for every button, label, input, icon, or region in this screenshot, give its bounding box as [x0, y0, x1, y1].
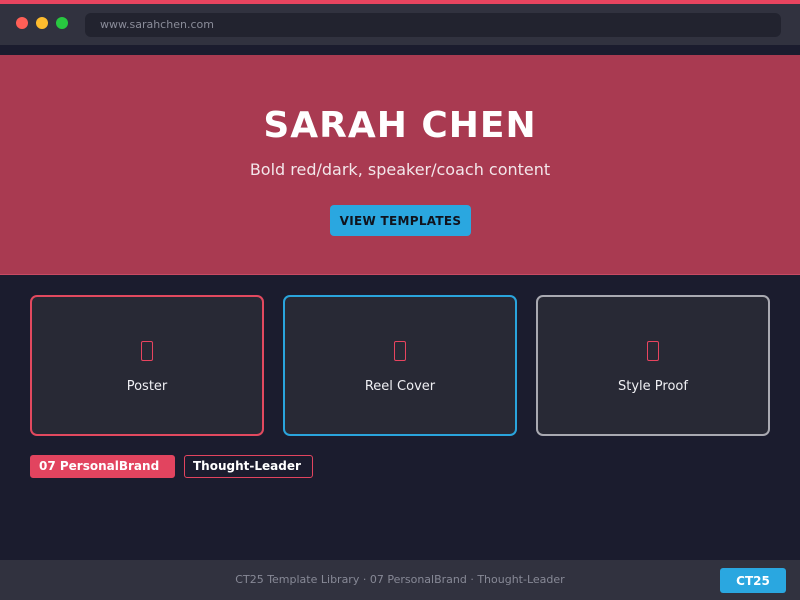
hero-title: SARAH CHEN	[263, 105, 537, 146]
minimize-window-button[interactable]	[36, 17, 48, 29]
view-templates-button[interactable]: VIEW TEMPLATES	[330, 205, 471, 236]
close-window-button[interactable]	[16, 17, 28, 29]
footer-badge: CT25	[720, 568, 786, 593]
tag-personal-brand[interactable]: 07 PersonalBrand	[30, 455, 175, 478]
card-label: Style Proof	[618, 379, 688, 394]
template-card-poster[interactable]: Poster	[30, 295, 264, 436]
card-label: Reel Cover	[364, 379, 436, 394]
hero-banner: SARAH CHEN Bold red/dark, speaker/coach …	[0, 55, 800, 275]
template-card-style-proof[interactable]: Style Proof	[536, 295, 770, 436]
template-card-reel-cover[interactable]: Reel Cover	[283, 295, 517, 436]
missing-glyph-icon	[285, 341, 515, 366]
browser-chrome: www.sarahchen.com	[0, 4, 800, 45]
footer-text: CT25 Template Library · 07 PersonalBrand…	[235, 573, 565, 586]
address-bar[interactable]: www.sarahchen.com	[85, 13, 781, 37]
tag-thought-leader[interactable]: Thought-Leader	[184, 455, 313, 478]
page: www.sarahchen.com SARAH CHEN Bold red/da…	[0, 0, 800, 600]
card-label: Poster	[126, 379, 168, 394]
maximize-window-button[interactable]	[56, 17, 68, 29]
footer: CT25 Template Library · 07 PersonalBrand…	[0, 560, 800, 600]
missing-glyph-icon	[32, 341, 262, 366]
missing-glyph-icon	[538, 341, 768, 366]
hero-subtitle: Bold red/dark, speaker/coach content	[249, 160, 551, 179]
